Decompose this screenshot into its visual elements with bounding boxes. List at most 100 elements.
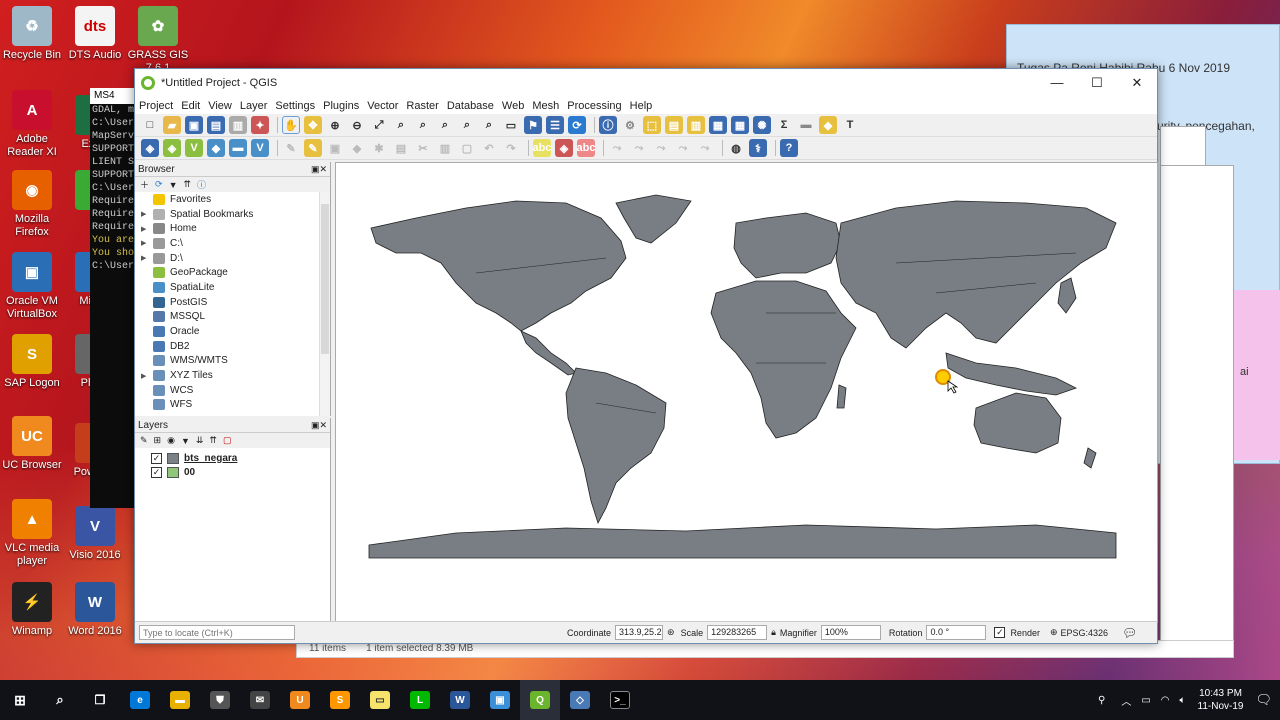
crs-button[interactable]: EPSG:4326 <box>1061 628 1109 638</box>
data-source-icon[interactable]: ◈ <box>141 139 159 157</box>
desktop-icon[interactable]: V Visio 2016 <box>63 506 127 562</box>
browser-item[interactable]: GeoPackage <box>135 265 330 280</box>
notifications-icon[interactable]: 🗨︎ <box>1255 692 1272 708</box>
layer-item[interactable]: ✓ bts_negara <box>135 451 330 465</box>
open-project-icon[interactable]: ▰ <box>163 116 181 134</box>
filter-layer-icon[interactable]: ▼ <box>181 436 190 446</box>
sticky-note-pink[interactable]: ai <box>1234 290 1280 460</box>
store-icon[interactable]: ⛊ <box>200 680 240 720</box>
digitize-icon[interactable]: ✎ <box>282 139 300 157</box>
menu-layer[interactable]: Layer <box>236 100 272 112</box>
browser-item[interactable]: WFS <box>135 398 330 413</box>
browser-item[interactable]: ▶ C:\ <box>135 236 330 251</box>
redo-icon[interactable]: ↷ <box>502 139 520 157</box>
maximize-button[interactable]: ☐ <box>1077 75 1117 91</box>
vertex-tool-icon[interactable]: ✱ <box>370 139 388 157</box>
processing-icon[interactable]: ✺ <box>753 116 771 134</box>
cmd-icon[interactable]: >_ <box>600 680 640 720</box>
menu-vector[interactable]: Vector <box>363 100 402 112</box>
refresh-icon[interactable]: ⟳ <box>568 116 586 134</box>
crs-icon[interactable]: ⊕ <box>1050 627 1058 638</box>
browser-item[interactable]: ▶ Spatial Bookmarks <box>135 207 330 222</box>
browser-item[interactable]: WMS/WMTS <box>135 354 330 369</box>
coordinate-field[interactable]: 313.9,25.2 <box>615 625 664 640</box>
mail-icon[interactable]: ✉ <box>240 680 280 720</box>
zoom-next-icon[interactable]: ⌕ <box>480 116 498 134</box>
browser-item[interactable]: ▶ D:\ <box>135 251 330 266</box>
menu-plugins[interactable]: Plugins <box>319 100 363 112</box>
word-icon[interactable]: W <box>440 680 480 720</box>
qgis-window[interactable]: *Untitled Project - QGIS — ☐ ✕ Project Ed… <box>134 68 1158 644</box>
menu-web[interactable]: Web <box>498 100 528 112</box>
menu-help[interactable]: Help <box>626 100 657 112</box>
new-project-icon[interactable]: □ <box>141 116 159 134</box>
remove-layer-icon[interactable]: ▢ <box>223 435 232 446</box>
close-button[interactable]: ✕ <box>1117 75 1157 91</box>
field-calc-icon[interactable]: ▦ <box>731 116 749 134</box>
visibility-icon[interactable]: ◉ <box>167 435 175 446</box>
world-map[interactable] <box>336 163 1157 622</box>
collapse-icon[interactable]: ⇈ <box>183 179 191 190</box>
menu-project[interactable]: Project <box>135 100 177 112</box>
people-icon[interactable]: ⚲ <box>1098 695 1105 706</box>
desktop-icon[interactable]: W Word 2016 <box>63 582 127 638</box>
menu-raster[interactable]: Raster <box>402 100 442 112</box>
wifi-icon[interactable]: ◠ <box>1161 695 1170 706</box>
panel-close-icon[interactable]: ▣✕ <box>311 162 327 177</box>
zoom-full-icon[interactable]: ⤢ <box>370 116 388 134</box>
minimize-button[interactable]: — <box>1037 75 1077 91</box>
identify-icon[interactable]: ⓘ <box>599 116 617 134</box>
label-rotate-icon[interactable]: ⤳ <box>630 139 648 157</box>
zoom-last-icon[interactable]: ⌕ <box>458 116 476 134</box>
map-canvas[interactable] <box>335 162 1158 623</box>
browser-scrollbar[interactable] <box>319 192 330 416</box>
rotation-field[interactable]: 0.0 ° <box>926 625 987 640</box>
new-spatialite-icon[interactable]: ◆ <box>207 139 225 157</box>
browser-item[interactable]: MSSQL <box>135 310 330 325</box>
menu-edit[interactable]: Edit <box>177 100 204 112</box>
browser-item[interactable]: SpatiaLite <box>135 280 330 295</box>
collapse-all-icon[interactable]: ⇈ <box>209 435 217 446</box>
browser-item[interactable]: ▶ XYZ Tiles <box>135 368 330 383</box>
attribute-table-icon[interactable]: ▦ <box>709 116 727 134</box>
zoom-selection-icon[interactable]: ⌕ <box>392 116 410 134</box>
menu-processing[interactable]: Processing <box>563 100 625 112</box>
layer-visibility-checkbox[interactable]: ✓ <box>151 452 162 464</box>
add-icon[interactable]: ＋ <box>140 178 149 191</box>
pan-icon[interactable]: ✋ <box>282 116 300 134</box>
measure-icon[interactable]: ▬ <box>797 116 815 134</box>
qgis-taskbar-icon[interactable]: Q <box>520 680 560 720</box>
remote-desktop-icon[interactable]: ▣ <box>480 680 520 720</box>
browser-item[interactable]: DB2 <box>135 339 330 354</box>
cut-icon[interactable]: ✂ <box>414 139 432 157</box>
search-icon[interactable]: ⌕ <box>40 680 80 720</box>
label-icon[interactable]: abc <box>533 139 551 157</box>
refresh-icon[interactable]: ⟳ <box>155 179 163 190</box>
menu-mesh[interactable]: Mesh <box>528 100 563 112</box>
uc-browser-icon[interactable]: U <box>280 680 320 720</box>
info-icon[interactable]: ⓘ <box>197 178 206 191</box>
desktop-icon[interactable]: UC UC Browser <box>0 416 64 472</box>
sublime-icon[interactable]: S <box>320 680 360 720</box>
browser-item[interactable]: Favorites <box>135 192 330 207</box>
desktop-icon[interactable]: dts DTS Audio <box>63 6 127 62</box>
browser-item[interactable]: Oracle <box>135 324 330 339</box>
menu-view[interactable]: View <box>204 100 236 112</box>
layer-visibility-checkbox[interactable]: ✓ <box>151 466 162 478</box>
coordinate-toggle-icon[interactable]: ⊛ <box>667 627 675 638</box>
save-as-icon[interactable]: ▤ <box>207 116 225 134</box>
python-icon[interactable]: ⚕ <box>749 139 767 157</box>
delete-icon[interactable]: ▤ <box>392 139 410 157</box>
virtualbox-icon[interactable]: ◇ <box>560 680 600 720</box>
desktop-icon[interactable]: ▲ VLC media player <box>0 499 64 568</box>
text-annotation-icon[interactable]: T <box>841 116 859 134</box>
magnifier-field[interactable]: 100% <box>820 625 881 640</box>
zoom-out-icon[interactable]: ⊖ <box>348 116 366 134</box>
label-change-icon[interactable]: ⤳ <box>652 139 670 157</box>
new-gpkg-icon[interactable]: ◈ <box>163 139 181 157</box>
style-icon[interactable]: ✎ <box>140 435 148 446</box>
layer-item[interactable]: ✓ 00 <box>135 465 330 479</box>
clock[interactable]: 10:43 PM 11-Nov-19 <box>1198 687 1244 713</box>
desktop-icon[interactable]: ▣ Oracle VM VirtualBox <box>0 252 64 321</box>
expand-arrow-icon[interactable]: ▶ <box>141 372 153 380</box>
